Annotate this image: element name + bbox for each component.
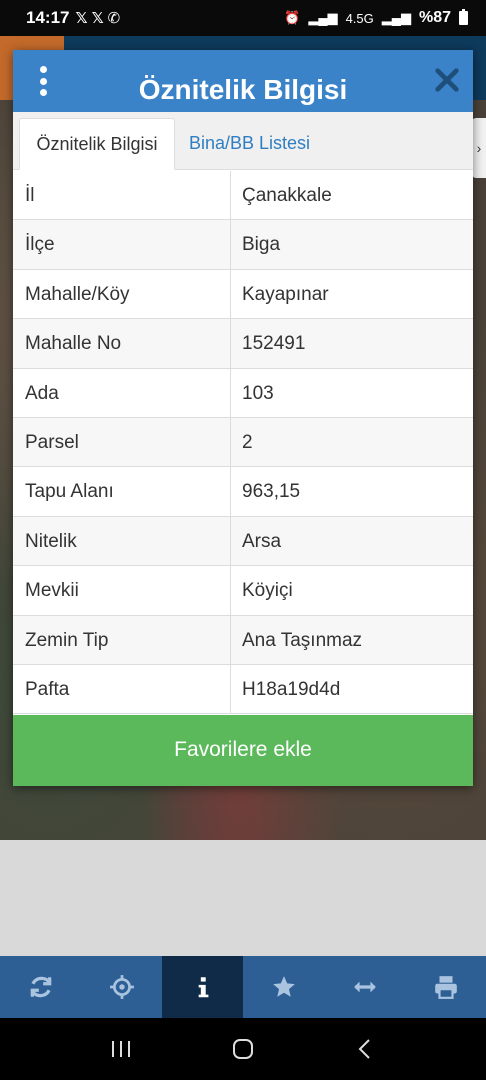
add-favorite-button[interactable]: Favorilere ekle (13, 715, 473, 786)
x-icon: 𝕏 (91, 10, 104, 27)
refresh-icon[interactable] (0, 956, 81, 1018)
battery-level: %87 (418, 9, 451, 26)
table-row: Ada 103 (13, 368, 473, 418)
table-row: Zemin Tip Ana Taşınmaz (13, 615, 473, 665)
notification-icons: 𝕏 𝕏 ✆ (75, 9, 120, 27)
attribute-key: İlçe (13, 220, 231, 269)
table-row: Mahalle/Köy Kayapınar (13, 269, 473, 320)
star-icon[interactable] (243, 956, 324, 1018)
attribute-value: Köyiçi (242, 580, 293, 602)
battery-icon (459, 9, 468, 25)
measure-icon[interactable] (324, 956, 405, 1018)
attribute-key: Tapu Alanı (13, 467, 231, 516)
attribute-key: Mahalle No (13, 319, 231, 368)
whatsapp-icon: ✆ (107, 10, 121, 27)
close-icon[interactable] (433, 66, 461, 94)
dialog-title: Öznitelik Bilgisi (138, 74, 348, 105)
attribute-value: 2 (242, 431, 253, 453)
attribute-dialog: Öznitelik Bilgisi Öznitelik Bilgisi Bina… (13, 50, 473, 786)
signal-icon: ▂▄▆ (308, 10, 338, 25)
map-empty-area (0, 840, 486, 956)
status-time: 14:17 (26, 8, 70, 27)
attribute-key: Mahalle/Köy (13, 269, 231, 319)
network-label: 4.5G (345, 10, 374, 26)
table-row: Pafta H18a19d4d (13, 664, 473, 715)
attribute-value: Arsa (242, 530, 282, 552)
home-icon[interactable] (223, 1029, 263, 1069)
table-row: Mahalle No 152491 (13, 319, 473, 369)
table-row: Mevkii Köyiçi (13, 566, 473, 616)
print-icon[interactable] (405, 956, 486, 1018)
back-icon[interactable] (345, 1029, 385, 1069)
status-bar: 14:17 𝕏 𝕏 ✆ ⏰ ▂▄▆ 4.5G ▂▄▆ %87 (0, 0, 486, 36)
attribute-value: Kayapınar (242, 283, 329, 305)
menu-kebab-icon[interactable] (35, 66, 51, 96)
attribute-key: Parsel (13, 417, 231, 467)
attribute-key: Zemin Tip (13, 615, 231, 664)
attribute-value: Çanakkale (242, 185, 332, 206)
status-right: ⏰ ▂▄▆ 4.5G ▂▄▆ %87 (284, 9, 468, 27)
attribute-key: Nitelik (13, 516, 231, 566)
table-row: İl Çanakkale (13, 171, 473, 221)
attribute-value: H18a19d4d (242, 678, 341, 700)
attribute-value: Ana Taşınmaz (242, 629, 363, 651)
attribute-value: 152491 (242, 333, 306, 355)
attribute-value: 103 (242, 382, 274, 404)
table-row: Tapu Alanı 963,15 (13, 467, 473, 517)
map-side-button[interactable]: › (472, 118, 486, 178)
tab-attribute-info[interactable]: Öznitelik Bilgisi (19, 118, 175, 170)
table-row: İlçe Biga (13, 220, 473, 270)
tab-building-list[interactable]: Bina/BB Listesi (177, 118, 322, 170)
table-row: Nitelik Arsa (13, 516, 473, 567)
table-row: Parsel 2 (13, 417, 473, 468)
bottom-toolbar (0, 956, 486, 1018)
info-icon[interactable] (162, 956, 243, 1018)
recents-icon[interactable] (101, 1029, 141, 1069)
attribute-value: Biga (242, 234, 281, 256)
dialog-header: Öznitelik Bilgisi (13, 50, 473, 112)
alarm-icon: ⏰ (284, 10, 301, 25)
tab-bar: Öznitelik Bilgisi Bina/BB Listesi (13, 112, 473, 170)
attribute-key: Ada (13, 368, 231, 417)
system-nav-bar (0, 1018, 486, 1080)
attribute-value: 963,15 (242, 481, 301, 503)
x-icon: 𝕏 (75, 10, 88, 27)
attribute-key: İl (13, 171, 231, 220)
attribute-table: İl Çanakkale İlçe Biga Mahalle/Köy Kayapına… (13, 171, 473, 715)
attribute-key: Pafta (13, 664, 231, 714)
signal-icon: ▂▄▆ (381, 10, 411, 25)
attribute-key: Mevkii (13, 566, 231, 615)
locate-icon[interactable] (81, 956, 162, 1018)
